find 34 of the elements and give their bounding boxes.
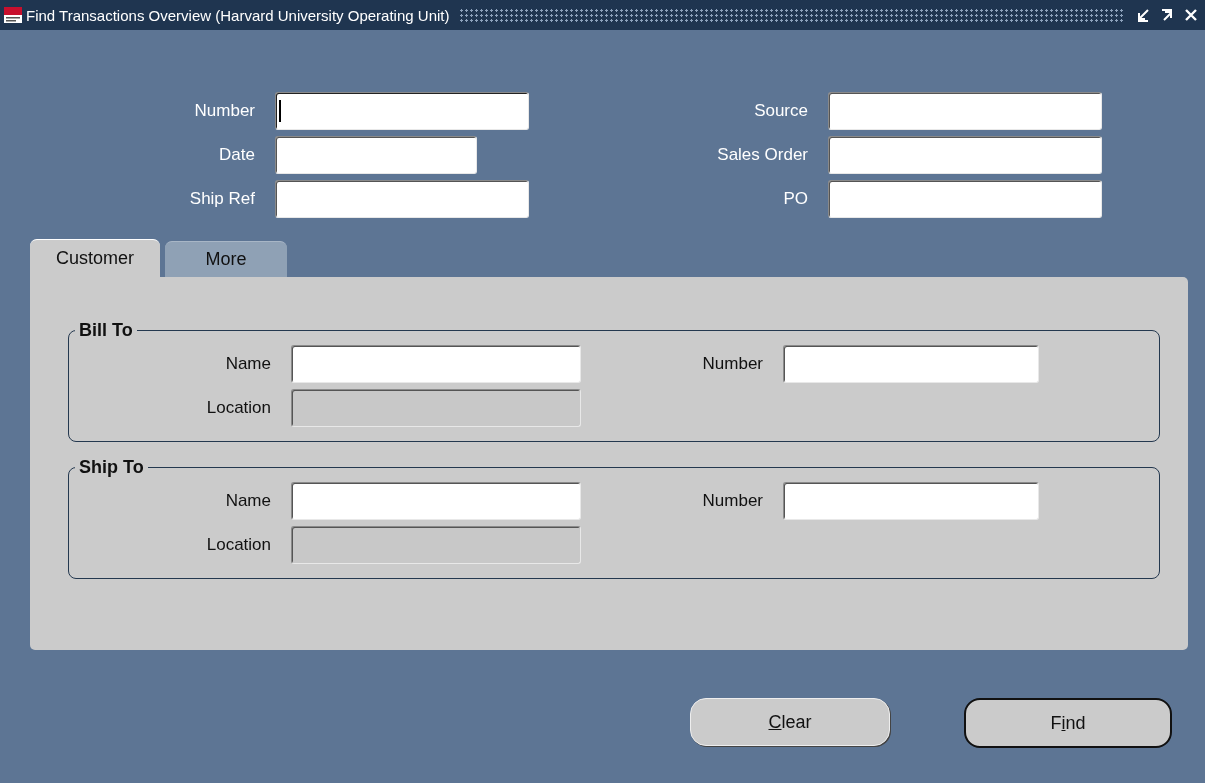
action-button[interactable]: Find xyxy=(964,698,1172,748)
tab[interactable]: Customer xyxy=(30,239,160,277)
text-field[interactable] xyxy=(828,92,1102,130)
text-field[interactable] xyxy=(783,482,1039,520)
window-title: Find Transactions Overview (Harvard University Operating Unit) xyxy=(26,6,450,24)
text-field[interactable] xyxy=(291,482,581,520)
action-button[interactable]: Clear xyxy=(690,698,890,746)
close-icon xyxy=(1184,8,1198,22)
field-label: Source xyxy=(753,101,808,121)
text-field[interactable] xyxy=(275,136,477,174)
text-field[interactable] xyxy=(291,345,581,383)
field-label: Number xyxy=(701,491,763,511)
field-label: Location xyxy=(205,535,271,555)
field-label: Ship Ref xyxy=(188,189,255,209)
field-label: Number xyxy=(701,354,763,374)
field-label: Name xyxy=(224,491,271,511)
group-title: Bill To xyxy=(78,320,134,341)
text-field[interactable] xyxy=(275,180,529,218)
text-field[interactable] xyxy=(783,345,1039,383)
tab[interactable]: More xyxy=(165,241,287,277)
app-logo-icon xyxy=(4,7,22,23)
field-label: Date xyxy=(218,145,255,165)
text-field[interactable] xyxy=(828,180,1102,218)
field-label: PO xyxy=(782,189,808,209)
text-field[interactable] xyxy=(828,136,1102,174)
group-title: Ship To xyxy=(78,457,145,478)
text-cursor xyxy=(279,100,281,122)
field-label: Sales Order xyxy=(716,145,808,165)
maximize-icon xyxy=(1160,8,1174,22)
field-label: Number xyxy=(193,101,255,121)
minimize-icon xyxy=(1136,8,1150,22)
text-field[interactable] xyxy=(275,92,529,130)
field-label: Name xyxy=(224,354,271,374)
field-label: Location xyxy=(205,398,271,418)
